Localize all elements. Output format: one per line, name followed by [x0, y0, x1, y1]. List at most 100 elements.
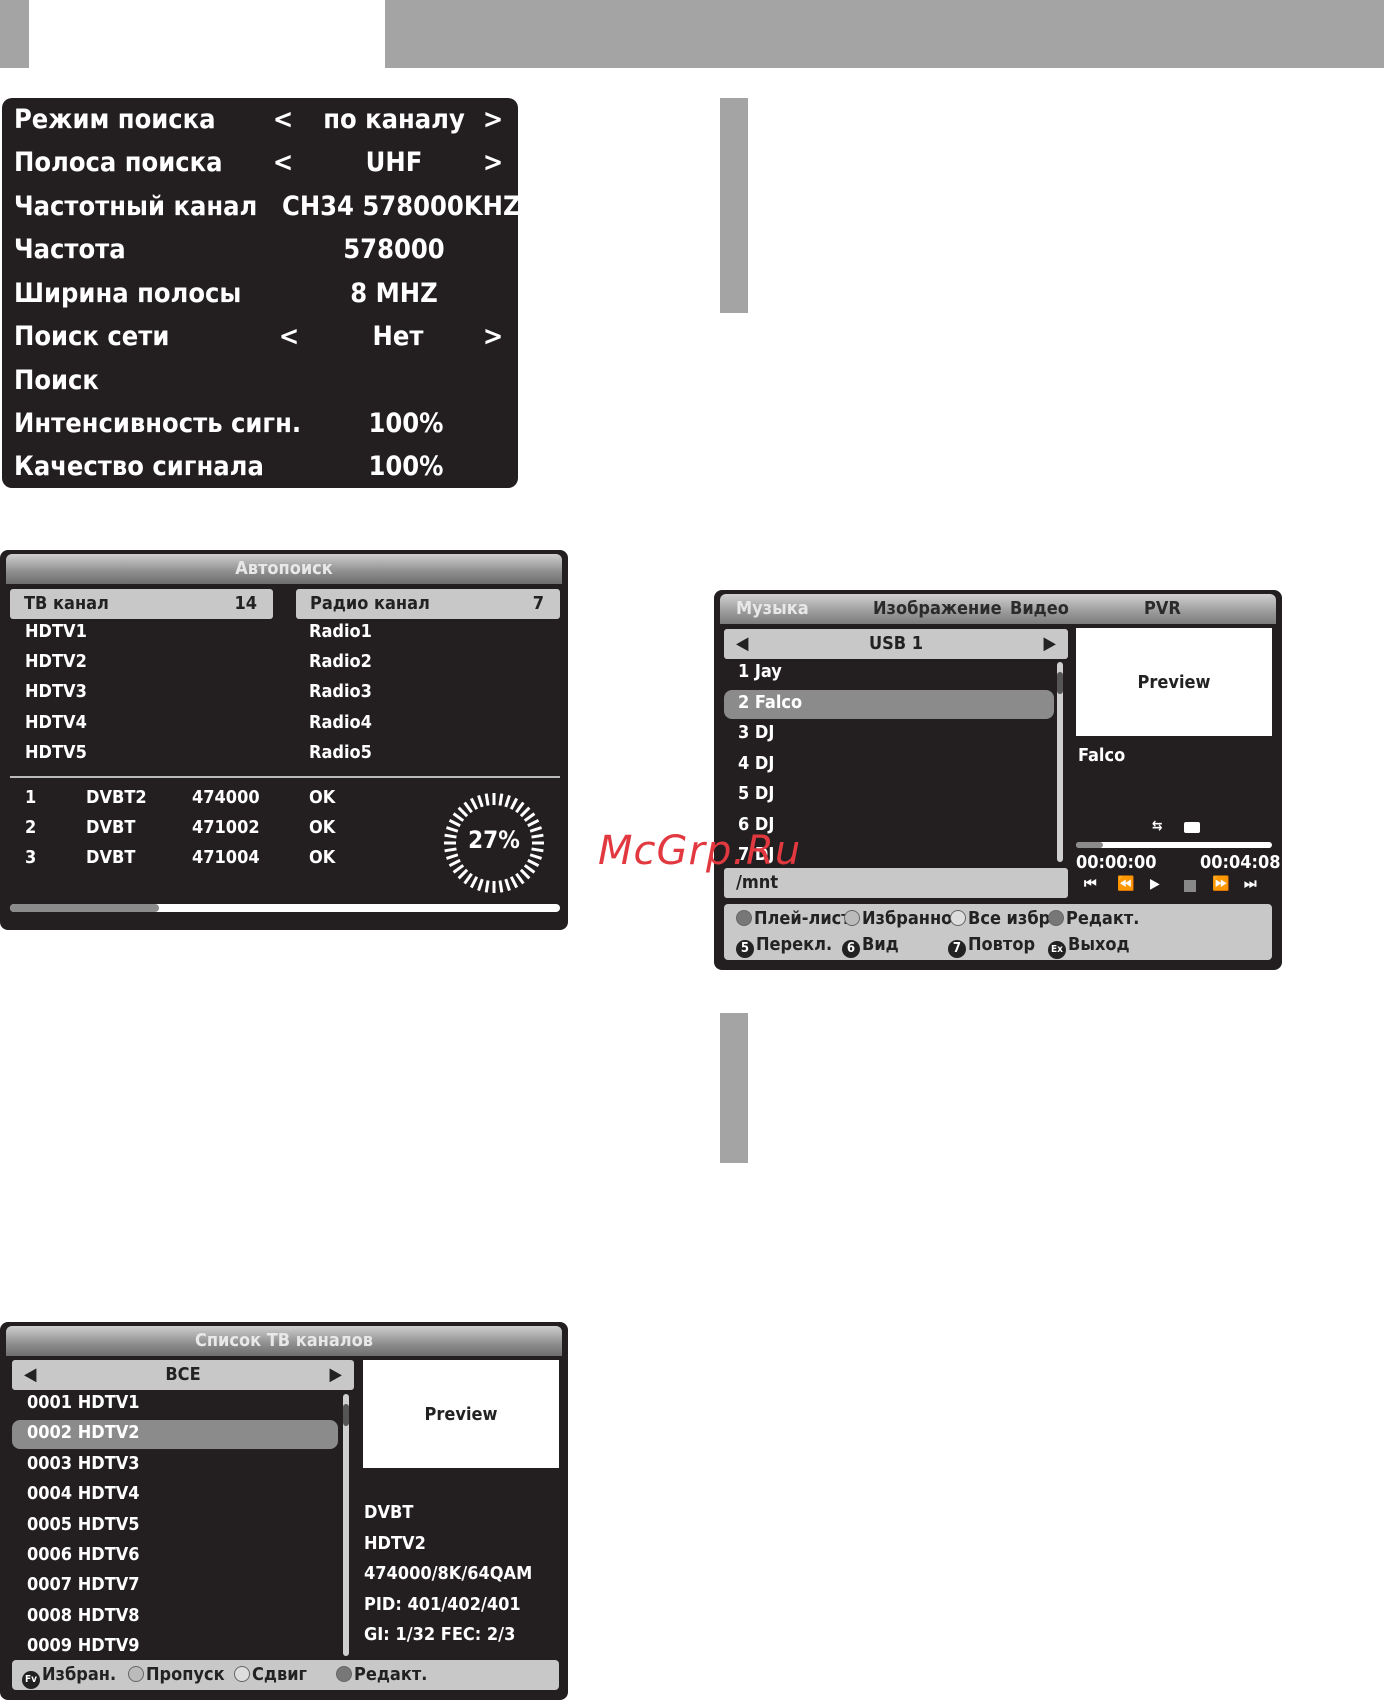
triangle-left-icon[interactable]: ◀ — [24, 1360, 36, 1390]
triangle-right-icon[interactable]: ▶ — [330, 1360, 342, 1390]
row-label: Ширина полосы — [14, 278, 242, 309]
scan-status: OK — [309, 817, 336, 838]
scan-type: DVBT2 — [86, 787, 147, 808]
help-skip: Пропуск — [128, 1664, 225, 1685]
help-edit: Редакт. — [1048, 908, 1139, 929]
track-item[interactable]: 4 DJ — [738, 753, 774, 774]
scrollbar-thumb[interactable] — [343, 1404, 349, 1426]
help-edit: Редакт. — [336, 1664, 427, 1685]
scrollbar-thumb[interactable] — [1057, 672, 1063, 694]
ring-tick — [448, 858, 461, 868]
ring-tick — [527, 818, 540, 828]
list-item: Radio1 — [309, 621, 372, 642]
row-label: Режим поиска — [14, 104, 216, 135]
side-marker-top — [720, 98, 748, 313]
ring-tick — [477, 794, 484, 808]
frequency-channel-row[interactable]: Частотный канал CH34 578000KHZ — [14, 185, 521, 228]
bandwidth-row[interactable]: Ширина полосы 8 MHZ — [14, 272, 508, 315]
ring-tick — [504, 794, 511, 808]
key-6-icon: 6 — [842, 940, 860, 958]
channel-item[interactable]: 0007 HDTV7 — [27, 1574, 140, 1595]
page-header-bar-right — [385, 0, 1384, 68]
network-search-row[interactable]: Поиск сети < Нет > — [14, 315, 508, 358]
arrow-right-icon[interactable]: > — [480, 315, 506, 358]
play-icon[interactable]: ▶ — [1150, 876, 1160, 892]
preview-box: Preview — [1076, 628, 1272, 736]
help-favorites: Избранное — [844, 908, 963, 929]
scan-type: DVBT — [86, 817, 136, 838]
tab-images[interactable]: Изображение — [873, 598, 1002, 619]
tab-pvr[interactable]: PVR — [1144, 598, 1181, 619]
arrow-right-icon[interactable]: > — [480, 98, 506, 141]
arrow-right-icon[interactable]: > — [480, 141, 506, 184]
fast-forward-icon[interactable]: ⏩ — [1212, 876, 1229, 892]
track-item[interactable]: 5 DJ — [738, 783, 774, 804]
track-item-selected[interactable]: 2 Falco — [738, 692, 802, 713]
ring-tick — [469, 797, 479, 810]
scan-status: OK — [309, 847, 336, 868]
row-label: Частота — [14, 234, 126, 265]
ring-tick — [477, 878, 484, 892]
channel-list-scrollbar[interactable] — [343, 1394, 349, 1656]
channel-item[interactable]: 0003 HDTV3 — [27, 1453, 140, 1474]
ring-tick — [463, 872, 473, 885]
scan-type: DVBT — [86, 847, 136, 868]
ring-tick — [448, 818, 461, 828]
ring-tick — [519, 868, 531, 880]
ring-tick — [469, 876, 479, 889]
skip-back-icon[interactable]: ⏮ — [1084, 876, 1097, 892]
row-label: Полоса поиска — [14, 147, 223, 178]
playback-progress-bar[interactable] — [1076, 842, 1272, 848]
ring-tick — [484, 880, 490, 893]
arrow-left-icon[interactable]: < — [270, 98, 296, 141]
channel-item[interactable]: 0009 HDTV9 — [27, 1635, 140, 1656]
help-switch: 5 Перекл. — [736, 934, 832, 958]
track-list-scrollbar[interactable] — [1057, 662, 1063, 862]
tv-channel-header: ТВ канал 14 — [10, 589, 273, 619]
frequency-row[interactable]: Частота 578000 — [14, 228, 508, 271]
row-value: 100% — [368, 408, 444, 439]
time-total: 00:04:08 — [1200, 852, 1281, 873]
row-value: CH34 578000KHZ — [282, 191, 521, 222]
search-start-row[interactable]: Поиск — [14, 359, 508, 402]
scan-status: OK — [309, 787, 336, 808]
track-item[interactable]: 3 DJ — [738, 722, 774, 743]
skip-forward-icon[interactable]: ⏭ — [1244, 876, 1257, 892]
triangle-right-icon[interactable]: ▶ — [1044, 629, 1056, 659]
source-selector[interactable]: ◀ USB 1 ▶ — [724, 629, 1068, 659]
channel-item[interactable]: 0008 HDTV8 — [27, 1605, 140, 1626]
search-band-row[interactable]: Полоса поиска < UHF > — [14, 141, 508, 184]
green-key-icon — [128, 1666, 144, 1682]
ring-tick — [498, 793, 504, 806]
channel-item-selected[interactable]: 0002 HDTV2 — [27, 1422, 140, 1443]
path-label: /mnt — [736, 872, 779, 893]
stop-icon[interactable] — [1184, 880, 1196, 892]
divider — [10, 776, 560, 778]
ring-tick — [463, 801, 473, 814]
signal-quality-row: Качество сигнала 100% — [14, 445, 508, 488]
folder-icon[interactable] — [1184, 822, 1200, 833]
triangle-left-icon[interactable]: ◀ — [736, 629, 748, 659]
channel-item[interactable]: 0005 HDTV5 — [27, 1514, 140, 1535]
tab-music[interactable]: Музыка — [736, 598, 809, 619]
channel-item[interactable]: 0004 HDTV4 — [27, 1483, 140, 1504]
rewind-icon[interactable]: ⏪ — [1117, 876, 1134, 892]
repeat-icon[interactable]: ⇆ — [1152, 818, 1163, 834]
tab-video[interactable]: Видео — [1010, 598, 1069, 619]
help-favorite: Fv Избран. — [22, 1664, 116, 1689]
ring-tick — [529, 853, 543, 860]
list-item: Radio2 — [309, 651, 372, 672]
arrow-left-icon[interactable]: < — [270, 141, 296, 184]
track-item[interactable]: 1 Jay — [738, 661, 782, 682]
channel-item[interactable]: 0001 HDTV1 — [27, 1392, 140, 1413]
row-value: по каналу — [323, 104, 465, 135]
blue-key-icon — [336, 1666, 352, 1682]
key-7-icon: 7 — [948, 940, 966, 958]
list-item: HDTV4 — [25, 712, 87, 733]
group-selector[interactable]: ◀ ВСЕ ▶ — [12, 1360, 354, 1390]
scan-frequency: 471004 — [192, 847, 260, 868]
channel-item[interactable]: 0006 HDTV6 — [27, 1544, 140, 1565]
side-marker-bottom — [720, 1013, 748, 1163]
row-value: Нет — [372, 321, 424, 352]
search-mode-row[interactable]: Режим поиска < по каналу > — [14, 98, 508, 141]
